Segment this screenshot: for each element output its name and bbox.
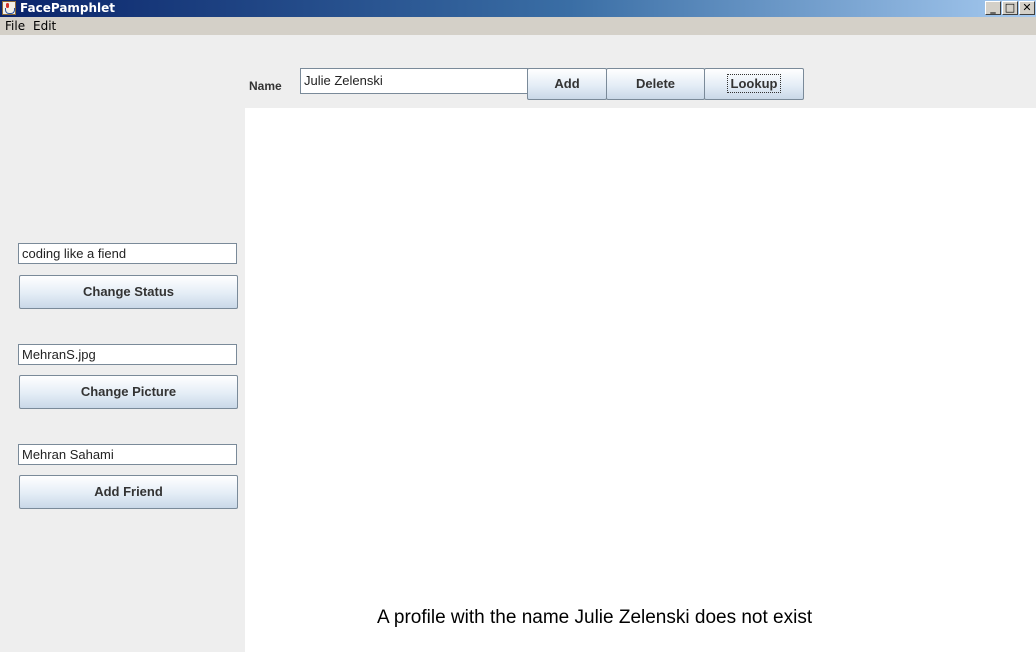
profile-canvas xyxy=(245,108,1036,652)
java-app-icon xyxy=(2,1,16,15)
menu-bar: File Edit xyxy=(0,17,1036,35)
add-button-label: Add xyxy=(554,76,580,91)
app-window: FacePamphlet _ □ ✕ File Edit Name Julie … xyxy=(0,0,1036,652)
friend-input[interactable]: Mehran Sahami xyxy=(18,444,237,465)
add-friend-label: Add Friend xyxy=(94,484,163,499)
change-status-button[interactable]: Change Status xyxy=(19,275,238,309)
change-picture-button[interactable]: Change Picture xyxy=(19,375,238,409)
lookup-button-label: Lookup xyxy=(726,74,782,93)
change-status-label: Change Status xyxy=(82,284,174,299)
minimize-icon[interactable]: _ xyxy=(985,1,1001,15)
title-bar[interactable]: FacePamphlet _ □ ✕ xyxy=(0,0,1036,17)
delete-button[interactable]: Delete xyxy=(606,68,705,100)
status-input[interactable]: coding like a fiend xyxy=(18,243,237,264)
close-icon[interactable]: ✕ xyxy=(1019,1,1035,15)
menu-file[interactable]: File xyxy=(5,17,25,35)
delete-button-label: Delete xyxy=(635,76,676,91)
maximize-icon[interactable]: □ xyxy=(1002,1,1018,15)
window-title: FacePamphlet xyxy=(20,1,116,15)
add-button[interactable]: Add xyxy=(527,68,607,100)
add-friend-button[interactable]: Add Friend xyxy=(19,475,238,509)
menu-edit[interactable]: Edit xyxy=(33,17,56,35)
lookup-button[interactable]: Lookup xyxy=(704,68,804,100)
status-message: A profile with the name Julie Zelenski d… xyxy=(377,607,813,628)
change-picture-label: Change Picture xyxy=(80,384,177,399)
picture-input[interactable]: MehranS.jpg xyxy=(18,344,237,365)
name-input[interactable]: Julie Zelenski xyxy=(300,68,528,94)
name-label: Name xyxy=(249,79,282,93)
